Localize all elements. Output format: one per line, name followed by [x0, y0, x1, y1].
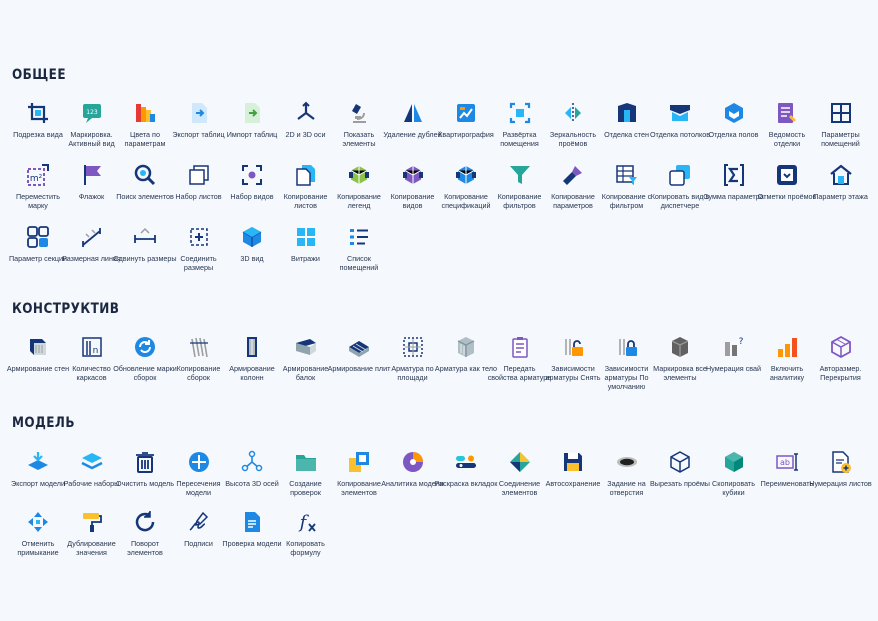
export-model-icon: [25, 449, 51, 475]
save-icon: [560, 449, 586, 475]
auto-dim-slab-icon: [828, 334, 854, 360]
sum-icon: [721, 162, 747, 188]
import-table-icon: [239, 100, 265, 126]
flag-icon: [79, 162, 105, 188]
color-palette-icon: [132, 100, 158, 126]
column-rebar-icon: [239, 334, 265, 360]
rebar-solid-icon: [453, 334, 479, 360]
unjoin-icon: [25, 509, 51, 535]
curtain-wall-icon: [293, 224, 319, 250]
sheet-set-icon: [186, 162, 212, 188]
export-table-icon: [186, 100, 212, 126]
tool-button[interactable]: Авторазмер. Перекрытия: [811, 334, 871, 400]
mark-all-icon: [667, 334, 693, 360]
slab-rebar-icon: [346, 334, 372, 360]
model-analytics-icon: [400, 449, 426, 475]
copy-views-icon: [400, 162, 426, 188]
tool-label: Копировать формулу: [286, 539, 325, 557]
dimension-line-icon: [79, 224, 105, 250]
shift-dims-icon: [132, 224, 158, 250]
transfer-props-icon: [507, 334, 533, 360]
3d-view-icon: [239, 224, 265, 250]
svg-text:123: 123: [86, 109, 98, 116]
roller-icon: [79, 509, 105, 535]
marking-icon: 123: [79, 100, 105, 126]
crop-icon: [25, 100, 51, 126]
unlock-icon: [560, 334, 586, 360]
sheet-number-icon: [828, 449, 854, 475]
rotate-icon: [132, 509, 158, 535]
room-params-icon: [828, 100, 854, 126]
refresh-icon: [132, 334, 158, 360]
hole-icon: [614, 449, 640, 475]
axes-icon: [293, 100, 319, 126]
cut-openings-icon: [667, 449, 693, 475]
trash-icon: [132, 449, 158, 475]
tool-button[interactable]: Параметры помещений: [811, 100, 871, 166]
wall-finish-icon: [614, 100, 640, 126]
join-elements-icon: [507, 449, 533, 475]
copy-assembly-icon: [186, 334, 212, 360]
brush-icon: [560, 162, 586, 188]
tool-button[interactable]: Нумерация листов: [809, 449, 872, 515]
microscope-icon: [346, 100, 372, 126]
copy-cubes-icon: [721, 449, 747, 475]
tool-label: Авторазмер. Перекрытия: [819, 364, 862, 382]
move-tag-icon: m²: [25, 162, 51, 188]
room-list-icon: [346, 224, 372, 250]
copy-specs-icon: [453, 162, 479, 188]
section-structural-title: КОНСТРУКТИВ: [12, 301, 120, 317]
area-rebar-icon: [400, 334, 426, 360]
copy-filter-icon: [614, 162, 640, 188]
intersections-icon: [186, 449, 212, 475]
formula-icon: f: [293, 509, 319, 535]
section-general-title: ОБЩЕЕ: [12, 67, 66, 83]
svg-text:f: f: [297, 512, 309, 533]
tool-label: Параметры помещений: [821, 130, 860, 148]
copy-elements-icon: [346, 449, 372, 475]
axis-height-icon: [239, 449, 265, 475]
analytics-bars-icon: [774, 334, 800, 360]
finish-schedule-icon: [774, 100, 800, 126]
filter-icon: [507, 162, 533, 188]
tool-label: Список помещений: [339, 254, 379, 272]
beam-rebar-icon: [293, 334, 319, 360]
tool-button[interactable]: Параметр этажа: [811, 162, 871, 228]
tool-label: Параметр этажа: [813, 192, 868, 201]
opening-marks-icon: [774, 162, 800, 188]
copy-legends-icon: [346, 162, 372, 188]
folder-icon: [293, 449, 319, 475]
ceiling-finish-icon: [667, 100, 693, 126]
svg-text:?: ?: [738, 337, 743, 347]
section-model-title: МОДЕЛЬ: [12, 415, 75, 431]
worksets-icon: [79, 449, 105, 475]
view-set-icon: [239, 162, 265, 188]
rename-icon: ab: [774, 449, 800, 475]
svg-text:ab: ab: [780, 458, 790, 467]
lock-icon: [614, 334, 640, 360]
check-doc-icon: [239, 509, 265, 535]
svg-text:m²: m²: [30, 174, 43, 184]
mirror-triangle-icon: [400, 100, 426, 126]
level-house-icon: [828, 162, 854, 188]
room-unfold-icon: [507, 100, 533, 126]
search-icon: [132, 162, 158, 188]
mirror-opening-icon: [560, 100, 586, 126]
join-dims-icon: [186, 224, 212, 250]
section-param-icon: [25, 224, 51, 250]
frame-count-icon: n: [79, 334, 105, 360]
signature-icon: [186, 509, 212, 535]
pile-number-icon: ?: [721, 334, 747, 360]
tool-button[interactable]: Список помещений: [329, 224, 389, 290]
tool-label: Нумерация листов: [809, 479, 872, 488]
floor-finish-icon: [721, 100, 747, 126]
wall-rebar-icon: [25, 334, 51, 360]
copy-view-manager-icon: [667, 162, 693, 188]
tool-button[interactable]: f Копировать формулу: [276, 509, 336, 575]
apartment-chart-icon: [453, 100, 479, 126]
copy-sheets-icon: [293, 162, 319, 188]
svg-text:n: n: [92, 346, 98, 356]
tab-color-icon: [453, 449, 479, 475]
